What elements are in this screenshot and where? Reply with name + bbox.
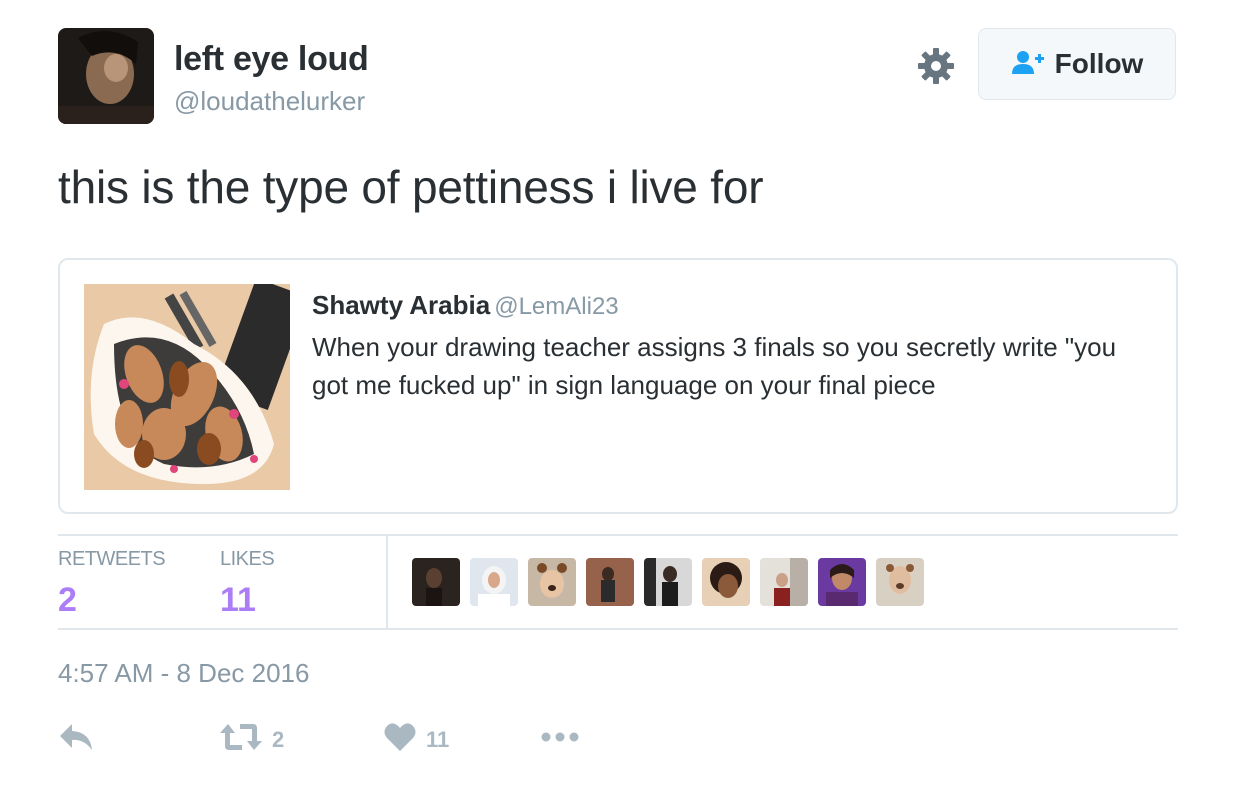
divider xyxy=(58,628,1178,630)
like-count: 11 xyxy=(426,726,450,752)
likes-count[interactable]: 11 xyxy=(220,581,274,620)
author-avatar[interactable] xyxy=(58,28,154,124)
likes-stat[interactable]: LIKES 11 xyxy=(220,548,275,620)
quoted-handle[interactable]: @LemAli23 xyxy=(494,293,618,320)
more-icon xyxy=(540,722,580,757)
liker-avatar-4[interactable] xyxy=(586,558,634,606)
retweet-icon xyxy=(220,722,262,757)
quoted-text: When your drawing teacher assigns 3 fina… xyxy=(312,332,1117,400)
liker-avatar-7[interactable] xyxy=(760,558,808,606)
author-handle[interactable]: @loudathelurker xyxy=(174,86,365,117)
timestamp[interactable]: 4:57 AM - 8 Dec 2016 xyxy=(58,658,309,689)
retweet-button[interactable]: 2 xyxy=(220,722,284,757)
liker-avatar-2[interactable] xyxy=(470,558,518,606)
retweets-label: RETWEETS xyxy=(58,548,166,570)
likers-list xyxy=(412,558,924,606)
quoted-tweet[interactable]: Shawty Arabia @LemAli23 When your drawing… xyxy=(58,258,1178,514)
author-name[interactable]: left eye loud xyxy=(174,40,369,79)
divider xyxy=(58,534,1178,536)
liker-avatar-6[interactable] xyxy=(702,558,750,606)
liker-avatar-9[interactable] xyxy=(876,558,924,606)
tweet-text: this is the type of pettiness i live for xyxy=(58,161,764,213)
add-user-icon xyxy=(1011,49,1045,80)
reply-button[interactable] xyxy=(58,722,94,757)
retweets-stat[interactable]: RETWEETS 2 xyxy=(58,548,166,620)
liker-avatar-3[interactable] xyxy=(528,558,576,606)
liker-avatar-1[interactable] xyxy=(412,558,460,606)
quoted-author: Shawty Arabia @LemAli23 xyxy=(312,290,619,321)
follow-button[interactable]: Follow xyxy=(978,28,1176,100)
likes-label: LIKES xyxy=(220,548,275,570)
more-button[interactable] xyxy=(540,722,580,757)
retweets-count[interactable]: 2 xyxy=(58,581,165,620)
quoted-name[interactable]: Shawty Arabia xyxy=(312,290,490,320)
liker-avatar-5[interactable] xyxy=(644,558,692,606)
like-button[interactable]: 11 xyxy=(384,722,449,757)
retweet-count: 2 xyxy=(272,726,285,752)
reply-icon xyxy=(58,722,94,757)
heart-icon xyxy=(384,722,416,757)
stats-divider xyxy=(386,536,388,628)
follow-label: Follow xyxy=(1054,48,1144,79)
gear-icon[interactable] xyxy=(916,46,956,86)
liker-avatar-8[interactable] xyxy=(818,558,866,606)
artwork-thumbnail[interactable] xyxy=(84,284,290,490)
